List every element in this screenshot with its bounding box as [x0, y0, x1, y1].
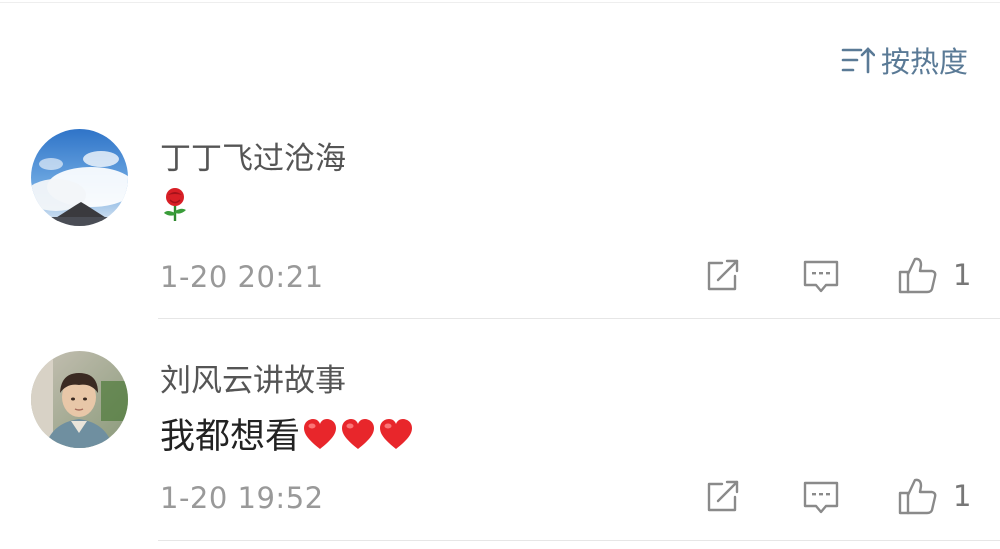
reply-button[interactable]	[802, 479, 840, 517]
comment-time: 1-20 19:52	[160, 481, 324, 515]
username[interactable]: 刘风云讲故事	[160, 355, 346, 400]
comment-content: 我都想看	[160, 408, 414, 459]
thumbs-up-icon	[898, 478, 937, 515]
avatar[interactable]	[31, 129, 128, 226]
username[interactable]: 丁丁飞过沧海	[160, 133, 346, 178]
comment-divider	[158, 540, 1000, 541]
like-count: 1	[953, 479, 972, 513]
share-icon	[707, 480, 739, 512]
share-icon	[707, 259, 739, 291]
thumbs-up-icon	[898, 257, 937, 294]
sort-icon	[841, 47, 875, 74]
like-button[interactable]: 1	[897, 475, 971, 517]
comment-divider	[158, 318, 1000, 319]
like-count: 1	[953, 258, 972, 292]
reply-button[interactable]	[802, 258, 840, 296]
heart-emoji	[380, 418, 413, 449]
sort-by-hot-button[interactable]: 按热度	[841, 38, 968, 82]
rose-emoji	[164, 188, 186, 221]
avatar[interactable]	[31, 351, 128, 448]
share-button[interactable]	[704, 258, 742, 294]
comment-icon	[803, 481, 839, 514]
like-button[interactable]: 1	[897, 254, 971, 296]
comment-content	[160, 187, 190, 223]
comment-time: 1-20 20:21	[160, 260, 324, 294]
comment-icon	[803, 260, 839, 293]
sort-label: 按热度	[880, 45, 968, 79]
top-divider	[0, 2, 1000, 3]
heart-emoji	[342, 418, 375, 449]
comment-text: 我都想看	[160, 417, 301, 457]
share-button[interactable]	[704, 479, 742, 515]
heart-emoji	[304, 418, 337, 449]
